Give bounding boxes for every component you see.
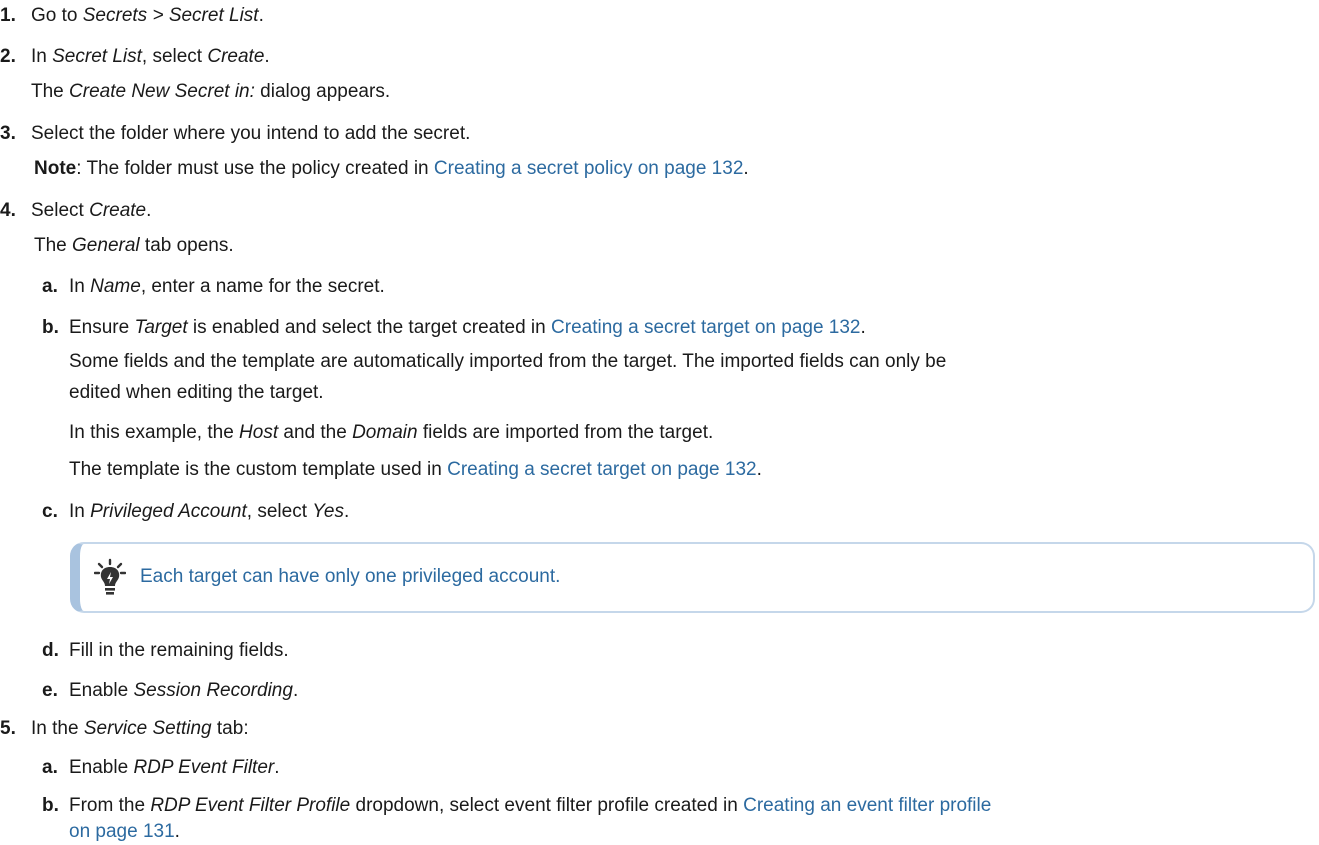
event-filter-link[interactable]: Creating an event filter profile (743, 795, 991, 816)
target-link[interactable]: Creating a secret target on page 132 (551, 317, 860, 338)
document-page: 1. Go to Secrets > Secret List. 2. In Se… (0, 0, 1319, 845)
substep-number: c. (42, 501, 58, 522)
step-text: Select Create. (31, 200, 152, 221)
event-filter-link[interactable]: on page 131 (69, 821, 175, 842)
target-link[interactable]: Creating a secret target on page 132 (447, 459, 756, 480)
step-number: 4. (0, 200, 16, 221)
step-number: 2. (0, 46, 16, 67)
substep-number: b. (42, 317, 59, 338)
step-text: Go to Secrets > Secret List. (31, 5, 264, 26)
note-label: Note (34, 158, 77, 179)
tip-text: Each target can have only one privileged… (140, 566, 561, 587)
step-number: 1. (0, 5, 16, 26)
substep-number: d. (42, 640, 59, 661)
step-text: Select the folder where you intend to ad… (31, 123, 471, 144)
step-text: In Secret List, select Create. (31, 46, 270, 67)
substep-number: a. (42, 276, 58, 297)
substep-number: e. (42, 680, 58, 701)
substep-number: b. (42, 795, 59, 816)
tip-callout: Each target can have only one privileged… (70, 542, 1315, 613)
lightbulb-icon (93, 558, 127, 598)
policy-link[interactable]: Creating a secret policy on page 132 (434, 158, 743, 179)
step-number: 5. (0, 718, 16, 739)
substep-number: a. (42, 757, 58, 778)
step-number: 3. (0, 123, 16, 144)
